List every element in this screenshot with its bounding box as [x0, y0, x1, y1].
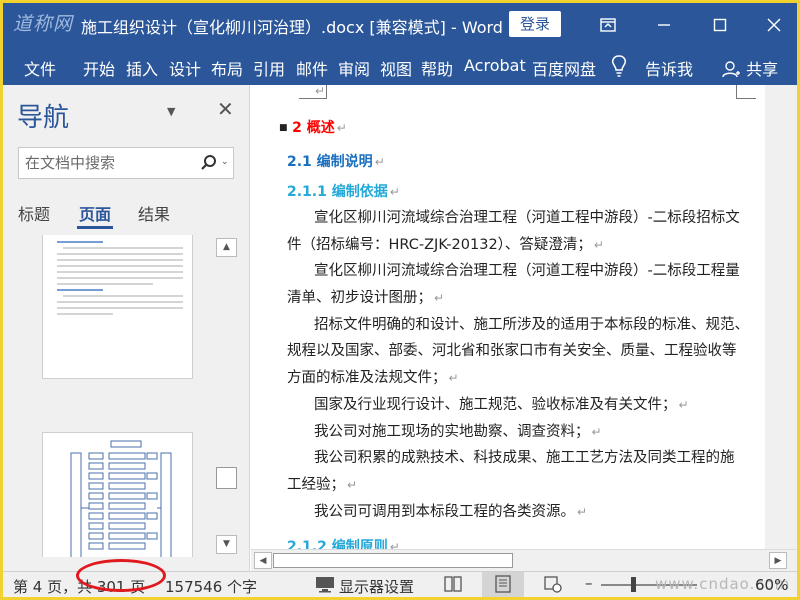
lightbulb-icon[interactable]: [609, 54, 629, 78]
page-thumbnail-249[interactable]: [42, 235, 193, 379]
heading-3: 2.1 编制说明 ↵: [287, 154, 385, 170]
share-label: 共享: [746, 60, 779, 79]
nav-tab-results[interactable]: 结果: [138, 201, 170, 225]
navigation-pane: 导航 ▼ ✕ ⌄ 标题 页面 结果: [3, 85, 250, 571]
word-window: 道称网 施工组织设计（宣化柳川河治理）.docx [兼容模式] - Word 登…: [3, 3, 797, 597]
minimize-icon: [658, 24, 670, 26]
display-settings-icon[interactable]: [315, 575, 335, 593]
nav-tab-pages[interactable]: 页面: [79, 201, 111, 225]
close-icon: [767, 18, 781, 32]
page-thumbnail-250[interactable]: [42, 432, 193, 557]
tab-review[interactable]: 审阅: [338, 56, 370, 80]
zoom-out-icon[interactable]: –: [585, 574, 593, 592]
tab-layout[interactable]: 布局: [211, 56, 243, 80]
paragraph-line: 我公司积累的成熟技术、科技成果、施工工艺方法及同类工程的施: [314, 450, 735, 466]
minimize-button[interactable]: [641, 3, 687, 47]
window-title: 施工组织设计（宣化柳川河治理）.docx [兼容模式] - Word: [81, 18, 503, 37]
document-horizontal-scrollbar[interactable]: ◀ ▶: [251, 549, 797, 571]
paragraph-line: 国家及行业现行设计、施工规范、验收标准及有关文件； ↵: [314, 397, 689, 413]
tab-references[interactable]: 引用: [253, 56, 285, 80]
search-icon[interactable]: [200, 154, 218, 172]
crop-mark-top-right: [736, 85, 756, 99]
tab-help[interactable]: 帮助: [421, 56, 453, 80]
print-layout-icon[interactable]: [493, 575, 513, 593]
title-bar: 道称网 施工组织设计（宣化柳川河治理）.docx [兼容模式] - Word 登…: [3, 3, 797, 47]
paragraph-line: 我公司对施工现场的实地勘察、调查资料； ↵: [314, 424, 602, 440]
scroll-down-arrow-icon[interactable]: ▼: [216, 535, 237, 554]
paragraph-line: 宣化区柳川河流域综合治理工程（河道工程中游段）-二标段工程量: [314, 263, 740, 279]
close-button[interactable]: [751, 3, 797, 47]
heading-2: ■ 2 概述 ↵: [279, 120, 347, 136]
page-count-status[interactable]: 第 4 页，共 301 页: [13, 576, 145, 597]
tab-acrobat[interactable]: Acrobat: [464, 56, 526, 75]
maximize-icon: [713, 18, 727, 32]
nav-search-box: ⌄: [18, 147, 234, 179]
paragraph-line: 规程以及国家、部委、河北省和张家口市有关安全、质量、工程验收等: [287, 343, 737, 359]
search-options-chevron-icon[interactable]: ⌄: [221, 157, 229, 167]
tell-me-search[interactable]: 告诉我: [645, 56, 693, 80]
maximize-button[interactable]: [697, 3, 743, 47]
login-button[interactable]: 登录: [509, 11, 561, 37]
tab-home[interactable]: 开始: [83, 56, 115, 80]
paragraph-line: 工经验； ↵: [287, 477, 358, 493]
ribbon-display-options-button[interactable]: [585, 3, 631, 47]
zoom-slider-knob[interactable]: [631, 577, 636, 592]
heading-4-principles: 2.1.2 编制原则 ↵: [287, 539, 400, 549]
tab-mailings[interactable]: 邮件: [296, 56, 328, 80]
web-layout-icon[interactable]: [543, 575, 563, 593]
thumbnail-flowchart: [70, 440, 172, 557]
paragraph-line: 招标文件明确的和设计、施工所涉及的适用于本标段的标准、规范、: [314, 317, 749, 333]
tab-baidu-netdisk[interactable]: 百度网盘: [532, 56, 596, 80]
word-count-status[interactable]: 157546 个字: [165, 576, 257, 597]
document-area[interactable]: ↵ ■ 2 概述 ↵ 2.1 编制说明 ↵ 2.1.1 编制依据 ↵ 宣化区柳川河流域…: [251, 85, 765, 549]
paragraph-line: 清单、初步设计图册； ↵: [287, 290, 445, 306]
paragraph-line: 方面的标准及法规文件； ↵: [287, 370, 459, 386]
nav-options-dropdown-icon[interactable]: ▼: [167, 105, 175, 118]
nav-title: 导航: [17, 103, 70, 133]
person-icon: [722, 61, 740, 78]
nav-close-icon[interactable]: ✕: [217, 97, 234, 121]
share-button[interactable]: 共享: [721, 56, 778, 80]
horizontal-scroll-thumb[interactable]: [273, 553, 513, 568]
tab-insert[interactable]: 插入: [126, 56, 158, 80]
thumbnail-text-lines: [57, 241, 183, 315]
heading-4-basis: 2.1.1 编制依据 ↵: [287, 184, 400, 200]
display-settings-label[interactable]: 显示器设置: [339, 576, 414, 597]
tab-file[interactable]: 文件: [24, 56, 56, 80]
nav-search-input[interactable]: [25, 152, 195, 174]
page-thumbnails: 249: [3, 235, 209, 557]
nav-scroll-thumb[interactable]: [216, 467, 237, 489]
zoom-level[interactable]: 60%: [755, 576, 788, 594]
document-vertical-scrollbar[interactable]: [765, 85, 797, 549]
nav-scrollbar[interactable]: ▲ ▼: [213, 235, 240, 557]
scroll-left-arrow-icon[interactable]: ◀: [254, 552, 272, 569]
read-mode-icon[interactable]: [443, 575, 463, 593]
active-tab-indicator: [77, 226, 113, 229]
scroll-up-arrow-icon[interactable]: ▲: [216, 238, 237, 257]
tab-design[interactable]: 设计: [169, 56, 201, 80]
status-bar: 第 4 页，共 301 页 157546 个字 显示器设置 – www.cnda…: [3, 571, 797, 597]
paragraph-line: 件（招标编号：HRC-ZJK-20132）、答疑澄清； ↵: [287, 237, 604, 253]
watermark-logo: 道称网: [13, 13, 74, 35]
nav-tab-headings[interactable]: 标题: [18, 201, 50, 225]
scroll-right-arrow-icon[interactable]: ▶: [769, 552, 787, 569]
tab-view[interactable]: 视图: [380, 56, 412, 80]
paragraph-line: 我公司可调用到本标段工程的各类资源。 ↵: [314, 504, 588, 520]
ribbon-display-icon: [600, 18, 616, 32]
paragraph-mark-icon: ↵: [315, 85, 326, 98]
paragraph-line: 宣化区柳川河流域综合治理工程（河道工程中游段）-二标段招标文: [314, 210, 740, 226]
ribbon-tabs: 文件 开始 插入 设计 布局 引用 邮件 审阅 视图 帮助 Acrobat 百度…: [3, 47, 797, 85]
